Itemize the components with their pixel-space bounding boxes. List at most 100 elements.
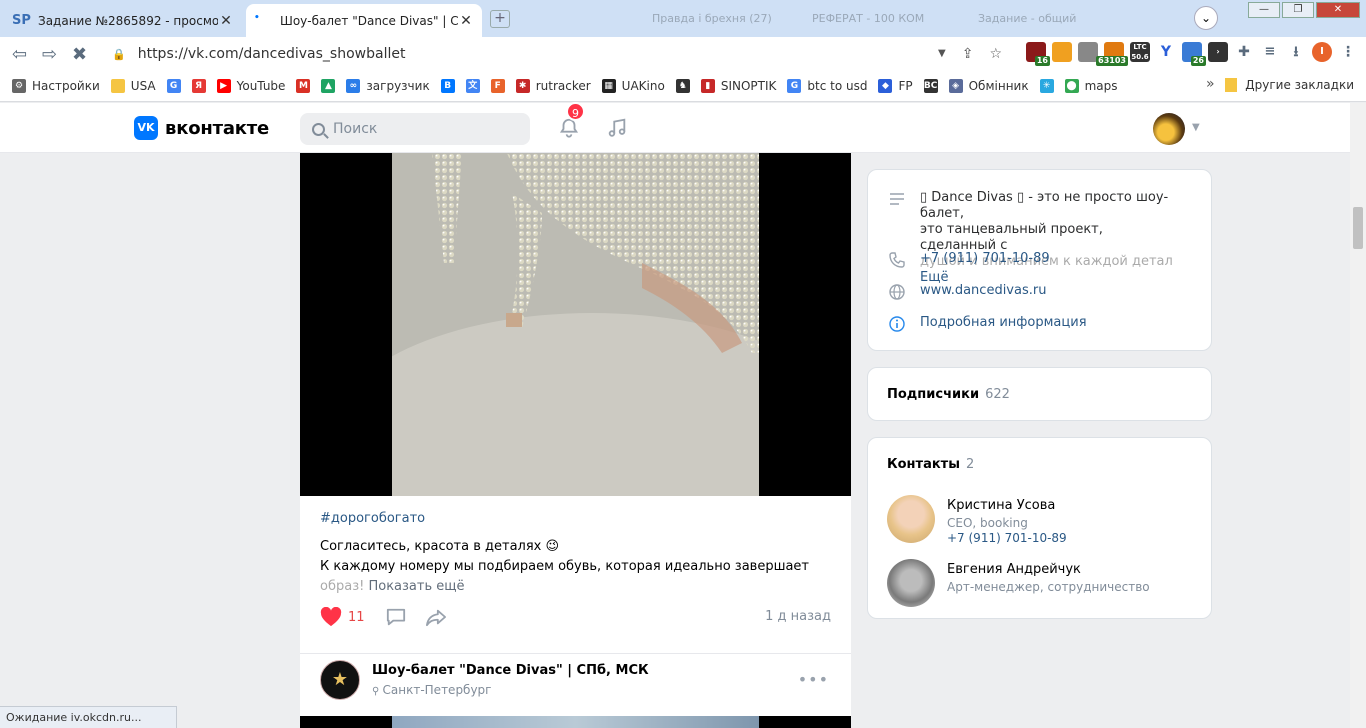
bookmark-label: USA	[130, 78, 156, 93]
bookmark-item[interactable]: B	[440, 78, 455, 93]
vk-logo-text: вконтакте	[165, 117, 270, 139]
show-more-link[interactable]: Показать ещё	[368, 579, 464, 594]
address-bar[interactable]: 🔒 https://vk.com/dancedivas_showballet	[104, 41, 952, 67]
maximize-icon[interactable]: ❐	[1282, 2, 1314, 18]
back-arrow-icon[interactable]: ⇦	[12, 44, 27, 65]
tab-close-icon[interactable]: ✕	[218, 13, 234, 29]
f-icon: F	[490, 78, 505, 93]
post-image[interactable]	[300, 716, 851, 728]
post-video[interactable]	[300, 153, 851, 496]
bookmark-item[interactable]: ✳	[1039, 78, 1054, 93]
playlist-icon[interactable]: ≡	[1260, 42, 1280, 62]
contact-avatar[interactable]	[887, 559, 935, 607]
bookmark-item[interactable]: ⚙ Настройки	[12, 78, 100, 93]
bookmarks-overflow-button[interactable]: »	[1206, 76, 1215, 92]
website-link[interactable]: www.dancedivas.ru	[920, 283, 1174, 299]
vk-favicon-icon: •	[254, 12, 260, 23]
drive-icon: ▲	[321, 78, 336, 93]
bookmark-item[interactable]: ▶ YouTube	[216, 78, 286, 93]
contact-name[interactable]: Кристина Усова	[947, 498, 1067, 513]
browser-toolbar: ⇦ ⇨ ✖ 🔒 https://vk.com/dancedivas_showba…	[0, 37, 1366, 70]
tab-close-icon[interactable]: ✕	[458, 13, 474, 29]
details-link[interactable]: Подробная информация	[920, 315, 1174, 331]
user-avatar[interactable]	[1153, 113, 1185, 145]
phone-number[interactable]: +7 (911) 701-10-89	[920, 251, 1174, 267]
bookmark-item[interactable]: ◆ FP	[878, 78, 913, 93]
bookmark-item[interactable]: ▦ UAKino	[601, 78, 665, 93]
bookmark-item[interactable]: 文	[465, 78, 480, 93]
bookmark-item[interactable]: G	[166, 78, 181, 93]
bookmark-label: FP	[898, 78, 913, 93]
globe-icon	[889, 284, 905, 300]
chess-icon: ♞	[675, 78, 690, 93]
profile-avatar-icon[interactable]: I	[1312, 42, 1332, 62]
other-bookmarks[interactable]: Другие закладки	[1225, 78, 1354, 92]
bookmark-label: rutracker	[535, 78, 591, 93]
extension-icon[interactable]: 26	[1182, 42, 1206, 66]
dropdown-arrow-icon[interactable]: ▼	[938, 46, 946, 62]
tab-vk-dance-divas[interactable]: • Шоу-балет "Dance Divas" | СПб, М ✕	[246, 4, 482, 37]
bookmark-star-icon[interactable]: ☆	[989, 46, 1002, 62]
extension-icon[interactable]: 63103	[1096, 42, 1128, 66]
post-timestamp[interactable]: 1 д назад	[765, 609, 831, 624]
window-close-icon[interactable]: ✕	[1316, 2, 1360, 18]
phone-row: +7 (911) 701-10-89	[888, 251, 1174, 269]
extension-icon[interactable]	[1052, 42, 1072, 62]
bookmark-item[interactable]: ⬤ maps	[1064, 78, 1118, 93]
bookmark-item[interactable]: USA	[110, 78, 156, 93]
bookmark-item[interactable]: F	[490, 78, 505, 93]
more-options-icon[interactable]: •••	[798, 670, 829, 689]
share-icon[interactable]	[425, 607, 447, 627]
infinity-icon: ∞	[346, 78, 361, 93]
download-icon[interactable]: ⭳	[1286, 42, 1306, 62]
extension-icon[interactable]: ›	[1208, 42, 1228, 62]
bookmark-item[interactable]: Gbtc to usd	[787, 78, 867, 93]
bookmark-item[interactable]: M	[296, 78, 311, 93]
bookmark-item[interactable]: ∞ загрузчик	[346, 78, 430, 93]
extension-icon[interactable]: LTC 50.6	[1130, 42, 1150, 62]
bookmark-label: YouTube	[236, 78, 286, 93]
contact-phone[interactable]: +7 (911) 701-10-89	[947, 531, 1067, 545]
contact-item[interactable]: Евгения Андрейчук Арт-менеджер, сотрудни…	[887, 559, 1150, 607]
minimize-icon[interactable]: —	[1248, 2, 1280, 18]
bookmark-item[interactable]: BC	[923, 78, 938, 93]
contacts-title[interactable]: Контакты 2	[887, 457, 974, 472]
page-scrollbar[interactable]	[1350, 103, 1366, 728]
contact-avatar[interactable]	[887, 495, 935, 543]
contact-name[interactable]: Евгения Андрейчук	[947, 562, 1150, 577]
forward-arrow-icon[interactable]: ⇨	[42, 44, 57, 65]
extension-icon[interactable]: 16	[1026, 42, 1050, 66]
tab-search-chevron-icon[interactable]: ⌄	[1194, 6, 1218, 30]
bookmark-item[interactable]: ▲	[321, 78, 336, 93]
contact-item[interactable]: Кристина Усова CEO, booking +7 (911) 701…	[887, 495, 1067, 545]
bookmark-item[interactable]: ✱ rutracker	[515, 78, 591, 93]
chevron-down-icon[interactable]: ▼	[1192, 122, 1200, 133]
menu-dots-icon[interactable]: ⋮	[1338, 42, 1358, 62]
tab-task[interactable]: SP Задание №2865892 - просмотр з ✕	[4, 4, 242, 37]
bookmark-item[interactable]: ◈ Обмінник	[948, 78, 1029, 93]
subscribers-card[interactable]: Подписчики 622	[867, 367, 1212, 421]
vk-search-input[interactable]: Поиск	[300, 113, 530, 145]
post-image-content	[392, 716, 759, 728]
stop-loading-icon[interactable]: ✖	[72, 44, 87, 65]
scrollbar-thumb[interactable]	[1353, 207, 1363, 249]
bookmark-item[interactable]: ♞	[675, 78, 690, 93]
contact-role: Арт-менеджер, сотрудничество	[947, 580, 1150, 594]
contacts-card: Контакты 2 Кристина Усова CEO, booking +7…	[867, 437, 1212, 619]
new-tab-button[interactable]: +	[490, 10, 510, 28]
community-avatar[interactable]: ★	[320, 660, 360, 700]
post-hashtag[interactable]: #дорогобогато	[320, 509, 831, 529]
bookmark-item[interactable]: Я	[191, 78, 206, 93]
music-icon[interactable]	[606, 117, 628, 139]
bookmark-label: Обмінник	[968, 78, 1029, 93]
bookmark-item[interactable]: ▮ SINOPTIK	[700, 78, 776, 93]
heart-icon[interactable]	[320, 607, 342, 627]
extension-icon[interactable]: Y	[1156, 42, 1176, 62]
extension-icon[interactable]	[1078, 42, 1098, 62]
vk-logo[interactable]: VK вконтакте	[134, 116, 269, 140]
comment-icon[interactable]	[385, 607, 407, 627]
puzzle-extensions-icon[interactable]: ✚	[1234, 42, 1254, 62]
post-author[interactable]: Шоу-балет "Dance Divas" | СПб, МСК	[372, 663, 649, 678]
community-info-card: ▯ Dance Divas ▯ - это не просто шоу-бале…	[867, 169, 1212, 351]
share-icon[interactable]: ⇪	[962, 46, 974, 62]
